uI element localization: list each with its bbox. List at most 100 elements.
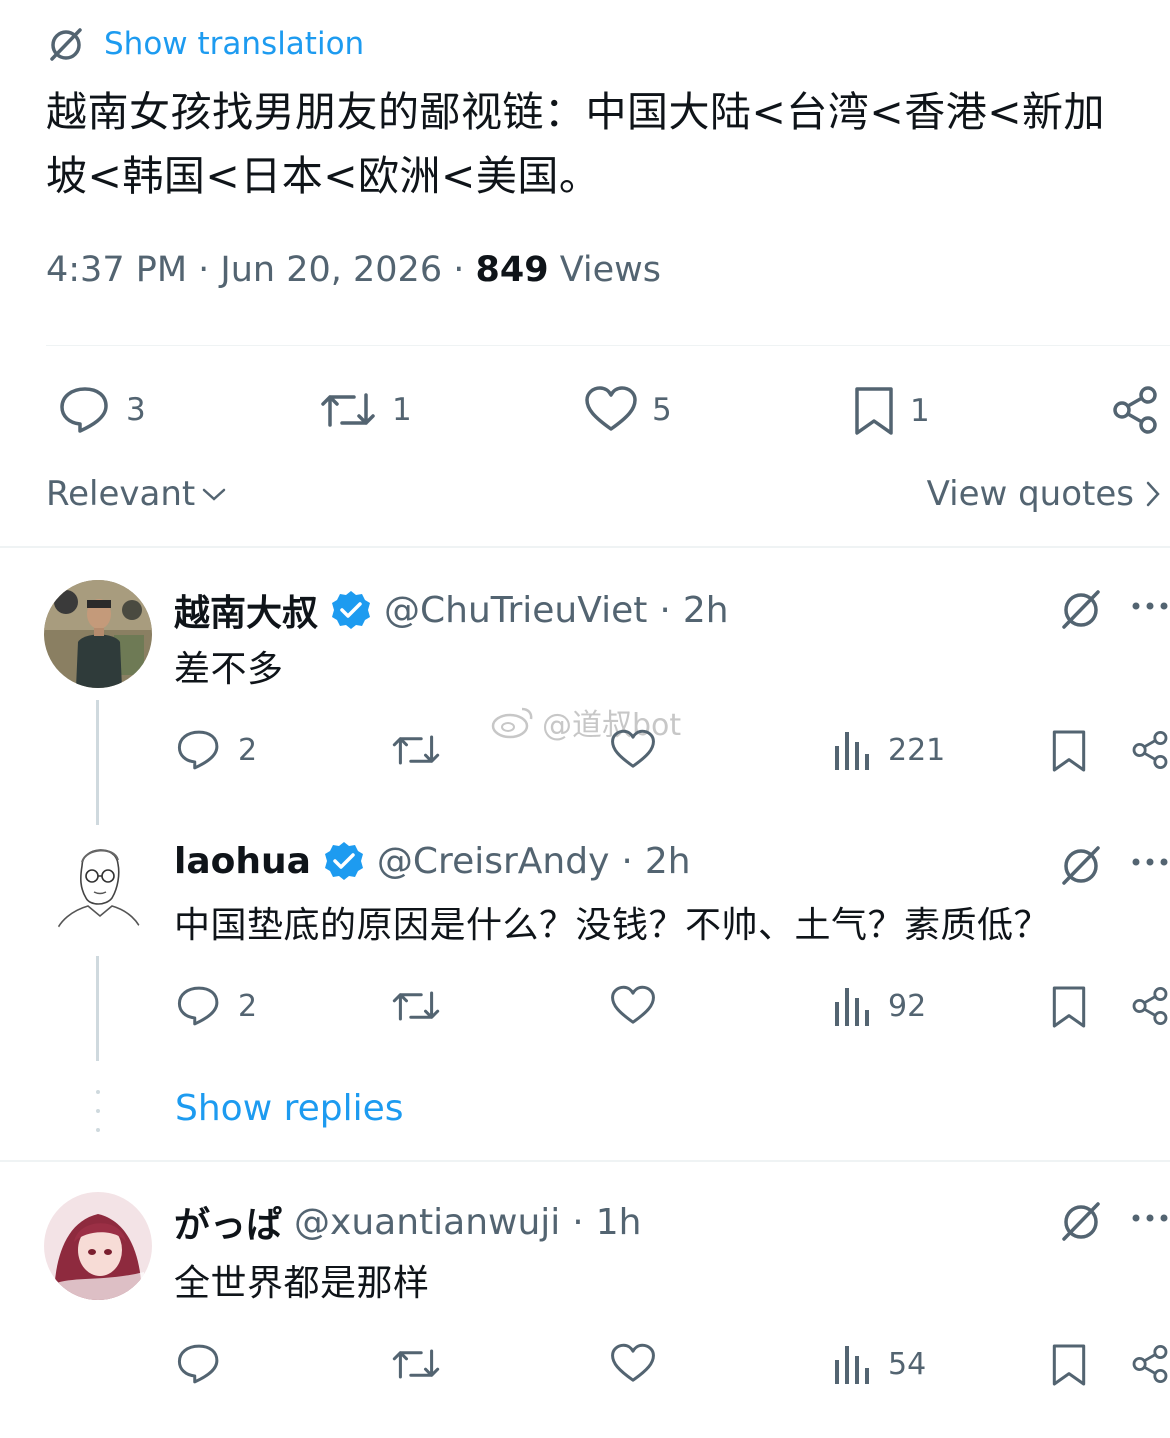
avatar[interactable]: [44, 580, 152, 688]
bookmark-count: 1: [910, 393, 930, 429]
repost-icon: [390, 1342, 442, 1386]
reply-text: 差不多: [174, 649, 284, 690]
avatar[interactable]: [44, 1192, 152, 1300]
reply-time[interactable]: 2h: [645, 841, 691, 882]
translate-button[interactable]: [1058, 842, 1104, 888]
share-button[interactable]: [1130, 728, 1170, 772]
tweet-date[interactable]: Jun 20, 2026: [220, 250, 442, 290]
weibo-icon: [490, 705, 534, 739]
analytics-icon: [832, 1342, 872, 1386]
share-icon: [1110, 385, 1160, 435]
reply-button[interactable]: 2: [176, 984, 257, 1028]
avatar[interactable]: [44, 836, 152, 944]
views-label: Views: [559, 250, 661, 290]
reply-button[interactable]: [176, 1342, 222, 1386]
separator-dot: ·: [572, 1201, 584, 1243]
heart-icon: [610, 728, 656, 772]
views-button[interactable]: 54: [832, 1342, 926, 1386]
heart-icon: [610, 984, 656, 1028]
tweet-meta: 4:37 PM · Jun 20, 2026 · 849 Views: [46, 250, 661, 290]
view-quotes-link[interactable]: View quotes: [927, 474, 1162, 514]
bookmark-button[interactable]: [1050, 1342, 1088, 1388]
views-count: 54: [888, 1346, 927, 1382]
more-options-button[interactable]: [1130, 1208, 1170, 1228]
reply-icon: [58, 385, 112, 435]
reply-button[interactable]: 2: [176, 728, 257, 772]
separator-dot: ·: [659, 589, 671, 631]
bookmark-icon: [1050, 1342, 1088, 1388]
bookmark-button[interactable]: 1: [852, 385, 930, 437]
like-button[interactable]: 5: [584, 385, 672, 435]
reply-time[interactable]: 2h: [683, 590, 729, 631]
thread-dots: [94, 1088, 102, 1134]
translate-icon: [1058, 586, 1104, 632]
reply-header: laohua @CreisrAndy · 2h: [174, 840, 691, 882]
thread-line: [96, 700, 99, 825]
bookmark-button[interactable]: [1050, 728, 1088, 774]
thread-line: [96, 956, 99, 1061]
section-divider: [0, 546, 1170, 548]
bookmark-button[interactable]: [1050, 984, 1088, 1030]
reply-icon: [176, 984, 222, 1028]
repost-button[interactable]: 1: [318, 385, 412, 435]
share-icon: [1130, 728, 1170, 772]
reply-header: 越南大叔 @ChuTrieuViet · 2h: [174, 584, 729, 636]
chevron-down-icon: [201, 484, 227, 504]
chevron-right-icon: [1144, 479, 1162, 509]
repost-button[interactable]: [390, 984, 442, 1028]
repost-icon: [390, 728, 442, 772]
separator-dot: ·: [621, 840, 633, 882]
more-options-button[interactable]: [1130, 596, 1170, 616]
share-icon: [1130, 984, 1170, 1028]
like-button[interactable]: [610, 984, 656, 1028]
analytics-icon: [832, 984, 872, 1028]
bookmark-icon: [852, 385, 896, 437]
sort-dropdown[interactable]: Relevant: [46, 474, 227, 514]
translate-icon: [1058, 842, 1104, 888]
translate-button[interactable]: [1058, 1198, 1104, 1244]
repost-button[interactable]: [390, 728, 442, 772]
show-translation-label: Show translation: [104, 26, 365, 62]
user-handle[interactable]: @xuantianwuji: [294, 1202, 560, 1243]
bookmark-icon: [1050, 728, 1088, 774]
share-icon: [1130, 1342, 1170, 1386]
share-button[interactable]: [1130, 1342, 1170, 1386]
reply-header: がっぱ @xuantianwuji · 1h: [174, 1196, 641, 1248]
verified-badge-icon: [323, 840, 365, 882]
sort-label: Relevant: [46, 474, 196, 514]
more-icon: [1130, 852, 1170, 872]
heart-icon: [610, 1342, 656, 1386]
tweet-text-line: 越南女孩找男朋友的鄙视链：中国大陆<台湾<香港<新加: [46, 88, 1106, 136]
translate-button[interactable]: [1058, 586, 1104, 632]
divider: [46, 345, 1170, 346]
repost-button[interactable]: [390, 1342, 442, 1386]
reply-time[interactable]: 1h: [596, 1202, 642, 1243]
display-name[interactable]: がっぱ: [174, 1196, 282, 1248]
bookmark-icon: [1050, 984, 1088, 1030]
like-count: 5: [652, 392, 672, 428]
like-button[interactable]: [610, 728, 656, 772]
reply-button[interactable]: 3: [58, 385, 146, 435]
share-button[interactable]: [1110, 385, 1160, 435]
heart-icon: [584, 385, 638, 435]
user-handle[interactable]: @ChuTrieuViet: [384, 590, 647, 631]
section-divider: [0, 1160, 1170, 1162]
tweet-time[interactable]: 4:37 PM: [46, 250, 187, 290]
views-button[interactable]: 221: [832, 728, 945, 772]
repost-count: 1: [392, 392, 412, 428]
user-handle[interactable]: @CreisrAndy: [377, 841, 609, 882]
share-button[interactable]: [1130, 984, 1170, 1028]
reply-text: 全世界都是那样: [174, 1263, 430, 1304]
views-button[interactable]: 92: [832, 984, 926, 1028]
more-icon: [1130, 596, 1170, 616]
repost-icon: [318, 385, 378, 435]
translate-icon: [1058, 1198, 1104, 1244]
more-options-button[interactable]: [1130, 852, 1170, 872]
display-name[interactable]: 越南大叔: [174, 584, 318, 636]
show-replies-link[interactable]: Show replies: [175, 1088, 404, 1129]
display-name[interactable]: laohua: [174, 841, 311, 882]
repost-icon: [390, 984, 442, 1028]
like-button[interactable]: [610, 1342, 656, 1386]
show-translation-link[interactable]: Show translation: [46, 22, 364, 66]
views-count: 849: [475, 250, 549, 290]
